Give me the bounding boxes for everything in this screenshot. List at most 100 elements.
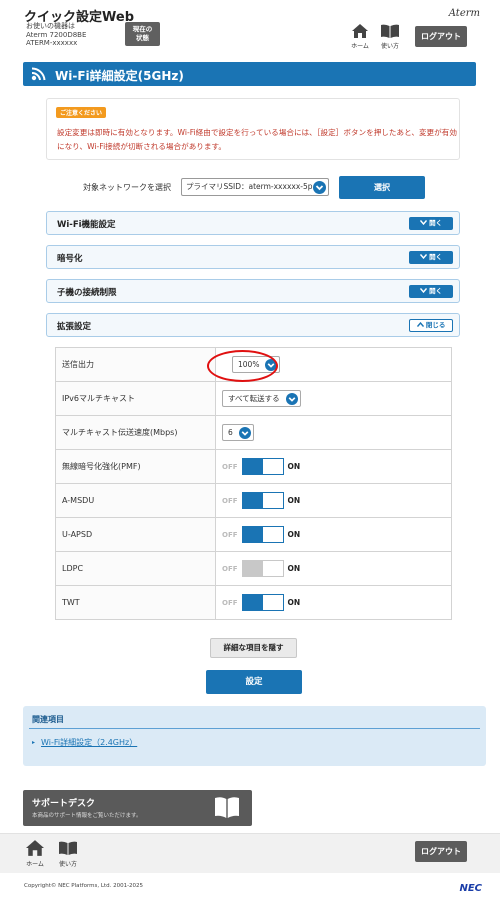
twt-cell: OFF ON <box>215 585 452 620</box>
device-info-line: お使いの機器は <box>26 22 75 30</box>
expand-button[interactable]: 開く <box>409 285 453 298</box>
support-desk-banner[interactable]: サポートデスク 本商品のサポート情報をご覧いただけます。 <box>23 790 252 826</box>
toggle-switch-disabled <box>241 560 284 577</box>
extended-settings-table: 送信出力 100% IPv6マルチキャスト すべて転送する マルチキャスト伝送速… <box>55 347 452 620</box>
copyright: Copyright© NEC Platforms, Ltd. 2001-2025 <box>24 883 144 889</box>
nec-logo: NEC <box>459 883 482 894</box>
toggle-switch[interactable] <box>241 594 284 611</box>
footer: ホーム 使い方 ログアウト <box>0 833 500 873</box>
pmf-cell: OFF ON <box>215 449 452 484</box>
howto-nav-button[interactable]: 使い方 <box>377 24 403 50</box>
ipv6-multicast-value: すべて転送する <box>228 394 280 403</box>
home-icon <box>352 24 368 38</box>
expand-label: 開く <box>429 219 443 227</box>
section-title: 暗号化 <box>57 254 83 264</box>
expand-button[interactable]: 開く <box>409 217 453 230</box>
related-divider <box>29 728 480 729</box>
chevron-down-icon <box>419 254 427 260</box>
table-row: マルチキャスト伝送速度(Mbps) 6 <box>55 415 452 450</box>
toggle-on-label: ON <box>287 530 301 539</box>
collapse-button[interactable]: 閉じる <box>409 319 453 332</box>
section-encryption[interactable]: 暗号化 開く <box>46 245 460 269</box>
logout-button[interactable]: ログアウト <box>415 26 467 47</box>
wifi-icon <box>31 67 46 81</box>
related-title: 関連項目 <box>32 715 64 724</box>
uapsd-toggle[interactable]: OFF ON <box>222 526 300 543</box>
amsdu-label: A-MSDU <box>55 483 216 518</box>
toggle-on-label: ON <box>287 496 301 505</box>
multicast-rate-label: マルチキャスト伝送速度(Mbps) <box>55 415 216 450</box>
twt-toggle[interactable]: OFF ON <box>222 594 300 611</box>
toggle-knob <box>262 493 283 508</box>
device-info: お使いの機器は Aterm 7200D8BE ATERM-xxxxxx <box>26 22 86 48</box>
support-title: サポートデスク <box>32 799 96 809</box>
toggle-knob <box>262 595 283 610</box>
uapsd-label: U-APSD <box>55 517 216 552</box>
toggle-on-label: ON <box>287 462 301 471</box>
link-arrow-icon: ▸ <box>32 739 36 746</box>
amsdu-cell: OFF ON <box>215 483 452 518</box>
section-client-limit[interactable]: 子機の接続制限 開く <box>46 279 460 303</box>
expand-button[interactable]: 開く <box>409 251 453 264</box>
table-row: 無線暗号化強化(PMF) OFF ON <box>55 449 452 484</box>
toggle-switch[interactable] <box>241 458 284 475</box>
toggle-knob <box>262 527 283 542</box>
status-label-line2: 状態 <box>136 34 149 42</box>
toggle-off-label: OFF <box>222 530 238 539</box>
device-ssid: ATERM-xxxxxx <box>26 39 78 48</box>
table-row: LDPC OFF ON <box>55 551 452 586</box>
footer-howto-button[interactable]: 使い方 <box>55 840 81 868</box>
current-status-button[interactable]: 現在の 状態 <box>125 22 160 46</box>
ipv6-multicast-select[interactable]: すべて転送する <box>222 390 301 407</box>
section-extended[interactable]: 拡張設定 閉じる <box>46 313 460 337</box>
howto-label: 使い方 <box>58 861 77 868</box>
multicast-rate-select[interactable]: 6 <box>222 424 254 441</box>
howto-label: 使い方 <box>380 43 399 50</box>
target-network-value: プライマリSSID：aterm-xxxxxx-5p <box>186 182 313 191</box>
toggle-switch[interactable] <box>241 526 284 543</box>
highlight-ring <box>207 350 278 382</box>
toggle-off-label: OFF <box>222 496 238 505</box>
twt-label: TWT <box>55 585 216 620</box>
multicast-rate-value: 6 <box>228 428 233 437</box>
notice-badge: ご注意ください <box>56 107 107 118</box>
notice-box: ご注意ください 設定変更は即時に有効となります。Wi-Fi経由で設定を行っている… <box>46 98 460 160</box>
footer-logout-button[interactable]: ログアウト <box>415 841 467 862</box>
home-label: ホーム <box>351 43 369 50</box>
select-network-button[interactable]: 選択 <box>339 176 425 199</box>
section-title: 子機の接続制限 <box>57 288 117 298</box>
home-icon <box>26 840 44 856</box>
toggle-on-label: ON <box>287 598 301 607</box>
section-wifi-function[interactable]: Wi-Fi機能設定 開く <box>46 211 460 235</box>
home-nav-button[interactable]: ホーム <box>347 24 373 50</box>
page-title-bar: Wi-Fi詳細設定(5GHz) <box>23 62 476 86</box>
table-row: A-MSDU OFF ON <box>55 483 452 518</box>
book-icon <box>59 841 77 855</box>
chevron-up-icon <box>416 321 424 327</box>
footer-home-button[interactable]: ホーム <box>22 840 48 868</box>
table-row: U-APSD OFF ON <box>55 517 452 552</box>
status-label-line1: 現在の <box>132 25 153 33</box>
toggle-switch[interactable] <box>241 492 284 509</box>
book-icon <box>381 24 399 38</box>
support-subtitle: 本商品のサポート情報をご覧いただけます。 <box>32 813 142 819</box>
aterm-logo: Aterm <box>448 8 480 19</box>
related-link-wifi-24ghz[interactable]: Wi-Fi詳細設定（2.4GHz） <box>41 737 137 748</box>
hide-details-button[interactable]: 詳細な項目を隠す <box>210 638 297 658</box>
chevron-down-icon <box>419 288 427 294</box>
chevron-down-icon <box>419 220 427 226</box>
amsdu-toggle[interactable]: OFF ON <box>222 492 300 509</box>
ldpc-label: LDPC <box>55 551 216 586</box>
target-network-select[interactable]: プライマリSSID：aterm-xxxxxx-5p <box>181 178 329 196</box>
book-icon <box>215 797 239 818</box>
table-row: TWT OFF ON <box>55 585 452 620</box>
expand-label: 開く <box>429 287 443 295</box>
page-title: Wi-Fi詳細設定(5GHz) <box>55 69 184 83</box>
apply-button[interactable]: 設定 <box>206 670 302 694</box>
toggle-on-label: ON <box>287 564 301 573</box>
pmf-label: 無線暗号化強化(PMF) <box>55 449 216 484</box>
tx-power-label: 送信出力 <box>55 347 216 382</box>
toggle-off-label: OFF <box>222 462 238 471</box>
pmf-toggle[interactable]: OFF ON <box>222 458 300 475</box>
uapsd-cell: OFF ON <box>215 517 452 552</box>
